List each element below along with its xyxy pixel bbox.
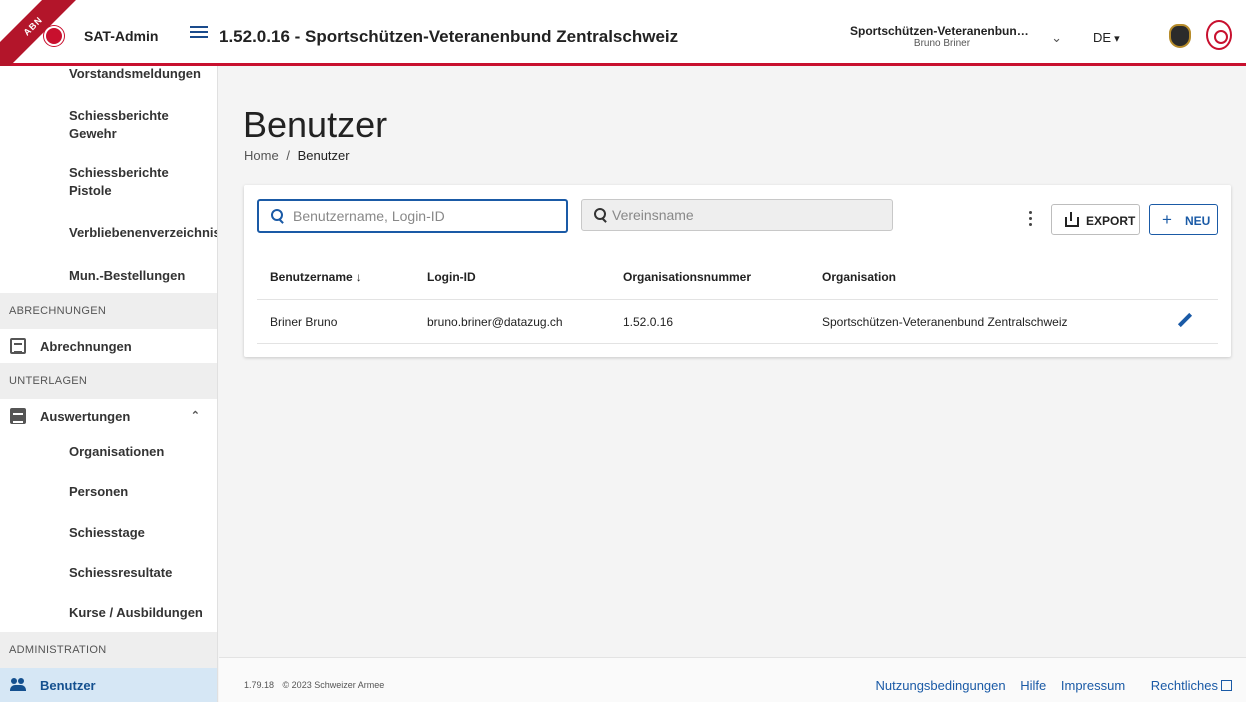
- table-header: Benutzername ↓ Login-ID Organisationsnumm…: [257, 255, 1218, 300]
- sidebar: Vorstandsmeldungen Schiessberichte Geweh…: [0, 66, 218, 702]
- organisation-name: Sportschützen-Veteranenbund Z...: [850, 24, 1034, 38]
- footer-version-info: 1.79.18 © 2023 Schweizer Armee: [244, 680, 384, 690]
- header-title: 1.52.0.16 - Sportschützen-Veteranenbund …: [219, 27, 679, 46]
- sidebar-item-organisationen[interactable]: Organisationen: [0, 444, 217, 459]
- footer-links: Nutzungsbedingungen Hilfe Impressum Rech…: [865, 678, 1232, 693]
- environment-sash: ABN: [0, 0, 80, 66]
- new-button[interactable]: + NEU: [1149, 204, 1218, 235]
- sidebar-item-vorstandsmeldungen[interactable]: Vorstandsmeldungen: [0, 66, 217, 81]
- club-search-field[interactable]: [581, 199, 893, 231]
- sidebar-item-schiessberichte-gewehr[interactable]: Schiessberichte Gewehr: [0, 107, 200, 143]
- sidebar-item-benutzer[interactable]: Benutzer: [0, 668, 217, 702]
- cell-benutzername: Briner Bruno: [270, 315, 338, 329]
- edit-icon[interactable]: [1177, 313, 1193, 329]
- chevron-down-icon: ⌄: [1051, 30, 1062, 45]
- footer-link-rechtliches[interactable]: Rechtliches: [1140, 678, 1232, 693]
- footer-link-impressum[interactable]: Impressum: [1061, 678, 1125, 693]
- sidebar-item-schiessberichte-pistole[interactable]: Schiessberichte Pistole: [0, 164, 190, 200]
- clipboard-icon: [10, 408, 26, 424]
- table-row[interactable]: Briner Bruno bruno.briner@datazug.ch 1.5…: [257, 300, 1218, 344]
- language-selector[interactable]: DE ▾: [1093, 30, 1120, 45]
- sidebar-item-auswertungen[interactable]: Auswertungen ⌃: [0, 399, 217, 433]
- footer-link-hilfe[interactable]: Hilfe: [1020, 678, 1046, 693]
- chevron-up-icon: ⌃: [190, 410, 200, 422]
- sidebar-item-label: Benutzer: [40, 678, 96, 693]
- sort-arrow-icon: ↓: [355, 270, 362, 284]
- cell-login-id: bruno.briner@datazug.ch: [427, 315, 563, 329]
- top-bar: ABN SAT-Admin 1.52.0.16 - Sportschützen-…: [0, 0, 1246, 66]
- breadcrumb: Home / Benutzer: [244, 148, 350, 163]
- export-icon: [1065, 212, 1079, 227]
- plus-icon: +: [1162, 210, 1172, 229]
- copyright: © 2023 Schweizer Armee: [282, 680, 385, 690]
- cell-organisation: Sportschützen-Veteranenbund Zentralschwe…: [822, 315, 1068, 329]
- new-button-label: NEU: [1185, 214, 1211, 228]
- sidebar-item-label: Auswertungen: [40, 409, 131, 424]
- sidebar-item-kurse-ausbildungen[interactable]: Kurse / Ausbildungen: [0, 605, 217, 620]
- breadcrumb-home[interactable]: Home: [244, 148, 279, 163]
- column-header-label: Benutzername: [270, 270, 353, 284]
- column-header-benutzername[interactable]: Benutzername ↓: [270, 270, 362, 284]
- menu-icon[interactable]: [190, 26, 208, 44]
- section-unterlagen: UNTERLAGEN: [0, 363, 217, 399]
- shooting-emblem-icon: [1206, 20, 1232, 50]
- organisation-selector[interactable]: Sportschützen-Veteranenbund Z... Bruno B…: [850, 24, 1066, 56]
- app-version: 1.79.18: [244, 680, 275, 690]
- sidebar-item-mun-bestellungen[interactable]: Mun.-Bestellungen: [0, 268, 217, 283]
- sidebar-item-schiesstage[interactable]: Schiesstage: [0, 525, 217, 540]
- footer-link-label: Rechtliches: [1150, 678, 1218, 693]
- sidebar-item-schiessresultate[interactable]: Schiessresultate: [0, 565, 217, 580]
- document-icon: [10, 338, 26, 354]
- footer: 1.79.18 © 2023 Schweizer Armee Nutzungsb…: [219, 657, 1246, 702]
- export-button[interactable]: EXPORT: [1051, 204, 1140, 235]
- language-label: DE: [1093, 30, 1112, 45]
- app-name[interactable]: SAT-Admin: [84, 28, 158, 44]
- page-title: Benutzer: [243, 104, 388, 145]
- section-abrechnungen: ABRECHNUNGEN: [0, 293, 217, 329]
- user-search-field[interactable]: [257, 199, 568, 233]
- user-search-input[interactable]: [293, 208, 553, 224]
- search-icon: [271, 209, 284, 222]
- environment-corner: ABN: [0, 0, 80, 66]
- column-header-organisationsnummer[interactable]: Organisationsnummer: [623, 270, 751, 284]
- breadcrumb-separator: /: [286, 148, 290, 163]
- search-icon: [594, 208, 607, 221]
- chevron-down-icon: ▾: [1114, 33, 1120, 45]
- user-name: Bruno Briner: [913, 38, 971, 49]
- army-emblem-icon: [1169, 24, 1191, 48]
- users-card: EXPORT + NEU Benutzername↓ Login-ID Orga…: [244, 185, 1231, 357]
- cell-organisationsnummer: 1.52.0.16: [623, 315, 674, 329]
- column-header-login-id[interactable]: Login-ID: [427, 270, 476, 284]
- footer-link-nutzungsbedingungen[interactable]: Nutzungsbedingungen: [876, 678, 1006, 693]
- external-link-icon: [1221, 680, 1232, 691]
- sidebar-item-label: Abrechnungen: [40, 339, 132, 354]
- more-vert-icon[interactable]: [1027, 211, 1033, 227]
- environment-label: ABN: [21, 14, 45, 38]
- club-search-input[interactable]: [612, 207, 882, 223]
- people-icon: [10, 677, 26, 693]
- sidebar-item-abrechnungen[interactable]: Abrechnungen: [0, 329, 217, 363]
- section-administration: ADMINISTRATION: [0, 632, 217, 668]
- sidebar-item-personen[interactable]: Personen: [0, 484, 217, 499]
- column-header-organisation[interactable]: Organisation: [822, 270, 896, 284]
- export-button-label: EXPORT: [1086, 214, 1136, 228]
- app-logo-icon: [44, 26, 64, 46]
- sidebar-item-verbliebenenverzeichnis[interactable]: Verbliebenenverzeichnis: [0, 225, 217, 240]
- breadcrumb-current: Benutzer: [297, 148, 350, 163]
